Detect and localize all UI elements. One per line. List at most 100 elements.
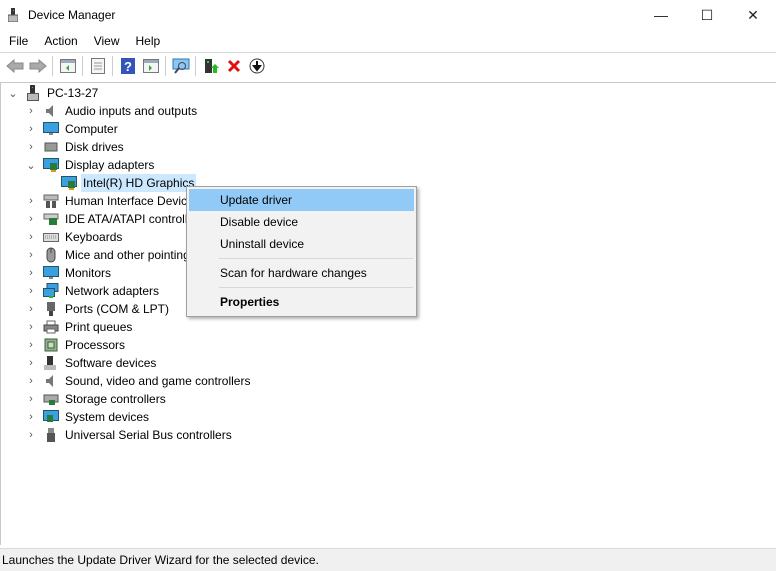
printer-icon <box>43 320 59 334</box>
tree-item-label: Monitors <box>65 266 112 280</box>
chevron-right-icon[interactable]: › <box>24 264 38 282</box>
show-hide-console-tree-icon[interactable] <box>56 55 79 77</box>
forward-icon[interactable] <box>26 55 49 77</box>
menu-properties[interactable]: Properties <box>189 291 414 313</box>
scan-hardware-icon[interactable] <box>169 55 192 77</box>
tree-item[interactable]: ⌄ Display adapters <box>24 156 156 174</box>
disk-icon <box>43 140 59 154</box>
menu-update-driver[interactable]: Update driver <box>189 189 414 211</box>
tree-item[interactable]: › Human Interface Devices <box>24 192 202 210</box>
toolbar-separator <box>52 56 53 76</box>
tree-item[interactable]: › Disk drives <box>24 138 126 156</box>
tree-item[interactable]: › Software devices <box>24 354 158 372</box>
monitor-icon <box>43 266 59 280</box>
tree-item-label: Ports (COM & LPT) <box>65 302 170 316</box>
chevron-right-icon[interactable]: › <box>24 300 38 318</box>
tree-root[interactable]: ⌄ PC-13-27 <box>6 84 100 102</box>
menu-scan-hardware[interactable]: Scan for hardware changes <box>189 262 414 284</box>
update-driver-icon[interactable] <box>199 55 222 77</box>
tree-item[interactable]: › Audio inputs and outputs <box>24 102 199 120</box>
properties-icon[interactable] <box>86 55 109 77</box>
chevron-right-icon[interactable]: › <box>24 282 38 300</box>
menu-action[interactable]: Action <box>35 31 84 51</box>
toolbar-separator <box>165 56 166 76</box>
menu-help[interactable]: Help <box>127 31 168 51</box>
chevron-right-icon[interactable]: › <box>24 390 38 408</box>
tree-item-label: Network adapters <box>65 284 160 298</box>
help-icon[interactable]: ? <box>116 55 139 77</box>
tree-item[interactable]: › Processors <box>24 336 127 354</box>
system-icon <box>43 410 59 424</box>
tree-item-label: Keyboards <box>65 230 123 244</box>
tree-item[interactable]: › Print queues <box>24 318 134 336</box>
chevron-right-icon[interactable]: › <box>24 120 38 138</box>
chevron-right-icon[interactable]: › <box>24 372 38 390</box>
divider <box>0 52 776 53</box>
chevron-right-icon[interactable]: › <box>24 354 38 372</box>
hid-icon <box>43 194 59 208</box>
toolbar-separator <box>112 56 113 76</box>
software-icon <box>43 356 59 370</box>
chevron-right-icon[interactable]: › <box>24 408 38 426</box>
tree-item-child[interactable]: Intel(R) HD Graphics <box>42 174 197 192</box>
chevron-right-icon[interactable]: › <box>24 246 38 264</box>
chevron-right-icon[interactable]: › <box>24 336 38 354</box>
chevron-down-icon[interactable]: ⌄ <box>6 84 20 102</box>
keyboard-icon <box>43 230 59 244</box>
chevron-right-icon[interactable]: › <box>24 102 38 120</box>
tree-item[interactable]: › IDE ATA/ATAPI controllers <box>24 210 206 228</box>
computer-icon <box>25 85 41 101</box>
toolbar-separator <box>195 56 196 76</box>
tree-item[interactable]: › Computer <box>24 120 120 138</box>
tree-item-label: IDE ATA/ATAPI controllers <box>65 212 205 226</box>
chevron-right-icon[interactable]: › <box>24 192 38 210</box>
tree-item-label: Computer <box>65 122 118 136</box>
menu-separator <box>219 287 413 288</box>
tree-item-label: PC-13-27 <box>47 86 99 100</box>
tree-item[interactable]: › Keyboards <box>24 228 124 246</box>
tree-item[interactable]: › Network adapters <box>24 282 161 300</box>
title-bar: Device Manager — ☐ ✕ <box>0 0 776 30</box>
tree-item-label: Human Interface Devices <box>65 194 200 208</box>
back-icon[interactable] <box>3 55 26 77</box>
display-adapter-icon <box>43 158 59 172</box>
speaker-icon <box>43 104 59 118</box>
chevron-right-icon[interactable]: › <box>24 318 38 336</box>
context-menu: Update driver Disable device Uninstall d… <box>186 186 417 317</box>
speaker-icon <box>43 374 59 388</box>
toolbar-separator <box>82 56 83 76</box>
chevron-right-icon[interactable]: › <box>24 138 38 156</box>
toolbar: ? <box>0 54 268 78</box>
chevron-down-icon[interactable]: ⌄ <box>24 156 38 174</box>
menu-uninstall-device[interactable]: Uninstall device <box>189 233 414 255</box>
tree-item-label: Processors <box>65 338 126 352</box>
tree-item[interactable]: › Universal Serial Bus controllers <box>24 426 234 444</box>
window-title: Device Manager <box>28 8 116 22</box>
tree-item[interactable]: › Ports (COM & LPT) <box>24 300 171 318</box>
chevron-right-icon[interactable]: › <box>24 210 38 228</box>
menu-bar: File Action View Help <box>0 31 167 51</box>
menu-file[interactable]: File <box>0 31 35 51</box>
maximize-button[interactable]: ☐ <box>684 0 730 30</box>
chevron-right-icon[interactable]: › <box>24 426 38 444</box>
tree-item-label: Universal Serial Bus controllers <box>65 428 232 442</box>
tree-item-label: Print queues <box>65 320 133 334</box>
tree-item[interactable]: › Sound, video and game controllers <box>24 372 252 390</box>
tree-item-label: Software devices <box>65 356 157 370</box>
menu-separator <box>219 258 413 259</box>
device-manager-icon <box>8 8 18 22</box>
menu-disable-device[interactable]: Disable device <box>189 211 414 233</box>
menu-view[interactable]: View <box>85 31 127 51</box>
tree-item[interactable]: › Monitors <box>24 264 113 282</box>
disable-icon[interactable] <box>245 55 268 77</box>
uninstall-icon[interactable] <box>222 55 245 77</box>
mouse-icon <box>43 247 59 263</box>
action-pane-icon[interactable] <box>139 55 162 77</box>
close-button[interactable]: ✕ <box>730 0 776 30</box>
tree-item[interactable]: › Storage controllers <box>24 390 168 408</box>
tree-item[interactable]: › System devices <box>24 408 151 426</box>
usb-icon <box>43 428 59 442</box>
chevron-right-icon[interactable]: › <box>24 228 38 246</box>
minimize-button[interactable]: — <box>638 0 684 30</box>
